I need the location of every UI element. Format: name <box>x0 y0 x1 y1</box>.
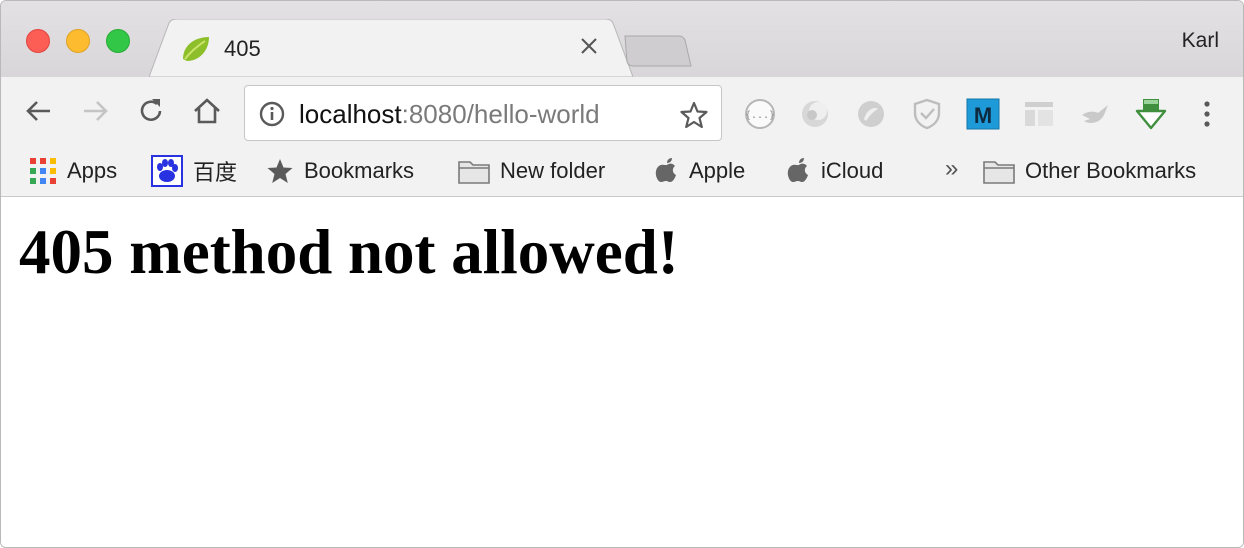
tab-title: 405 <box>224 36 261 61</box>
extension-gray-1-icon[interactable] <box>798 97 832 131</box>
svg-text:M: M <box>974 103 992 128</box>
bookmark-label: Other Bookmarks <box>1025 158 1197 183</box>
window-minimize-button[interactable] <box>66 29 90 53</box>
folder-icon <box>983 157 1015 185</box>
layout-extension-icon[interactable] <box>1022 97 1056 131</box>
url-path: :8080/hello-world <box>401 99 600 129</box>
folder-icon <box>458 157 490 185</box>
apple-icon <box>655 157 679 185</box>
tab-strip: 405 Karl <box>1 1 1243 77</box>
browser-window: 405 Karl localhost:8080/hello-world {...… <box>0 0 1244 548</box>
menu-kebab-icon[interactable] <box>1191 97 1223 131</box>
bookmark-label: Apps <box>67 158 118 183</box>
bookmark-other-bookmarks[interactable]: Other Bookmarks <box>983 153 1196 189</box>
bookmark-label: New folder <box>500 158 606 183</box>
baidu-paw-icon <box>151 155 183 187</box>
info-icon[interactable] <box>258 100 286 128</box>
bookmark-baidu[interactable]: 百度 <box>151 153 237 189</box>
bookmarks-bar: Apps 百度 Bookmarks New folder Apple iClou… <box>1 149 1243 197</box>
window-close-button[interactable] <box>26 29 50 53</box>
bookmarks-overflow-chevron[interactable]: » <box>945 155 958 183</box>
forward-arrow-icon[interactable] <box>79 95 111 127</box>
profile-name[interactable]: Karl <box>1182 29 1219 53</box>
bookmark-label: Bookmarks <box>304 158 415 183</box>
extension-gray-2-icon[interactable] <box>854 97 888 131</box>
svg-text:{...}: {...} <box>745 110 775 121</box>
reload-icon[interactable] <box>135 95 167 127</box>
download-extension-icon[interactable] <box>1134 97 1168 131</box>
page-heading: 405 method not allowed! <box>19 217 679 287</box>
bookmark-icloud[interactable]: iCloud <box>787 153 883 189</box>
address-bar[interactable]: localhost:8080/hello-world <box>244 85 722 141</box>
bookmark-star-icon[interactable] <box>679 100 709 130</box>
window-maximize-button[interactable] <box>106 29 130 53</box>
url-host: localhost <box>299 99 402 129</box>
bookmark-new-folder[interactable]: New folder <box>458 153 605 189</box>
m-extension-icon[interactable]: M <box>966 97 1000 131</box>
close-tab-icon[interactable] <box>577 34 601 58</box>
back-arrow-icon[interactable] <box>23 95 55 127</box>
apple-icon <box>787 157 811 185</box>
spring-leaf-icon <box>179 33 211 65</box>
bookmark-apps[interactable]: Apps <box>29 153 117 189</box>
page-content: 405 method not allowed! <box>1 198 1243 547</box>
bird-extension-icon[interactable] <box>1078 97 1112 131</box>
bookmark-label: Apple <box>689 158 746 183</box>
bookmark-label: iCloud <box>821 158 884 183</box>
bookmark-bookmarks[interactable]: Bookmarks <box>266 153 414 189</box>
new-tab-button[interactable] <box>621 34 693 70</box>
shield-extension-icon[interactable] <box>910 97 944 131</box>
apps-grid-icon <box>29 157 57 185</box>
home-icon[interactable] <box>191 95 223 127</box>
toolbar: localhost:8080/hello-world {...} M <box>1 77 1243 149</box>
json-viewer-icon[interactable]: {...} <box>743 97 777 131</box>
url-text[interactable]: localhost:8080/hello-world <box>299 99 600 130</box>
bookmark-apple[interactable]: Apple <box>655 153 745 189</box>
tab-active[interactable]: 405 <box>149 19 633 77</box>
star-icon <box>266 157 294 185</box>
bookmark-label: 百度 <box>193 160 238 185</box>
